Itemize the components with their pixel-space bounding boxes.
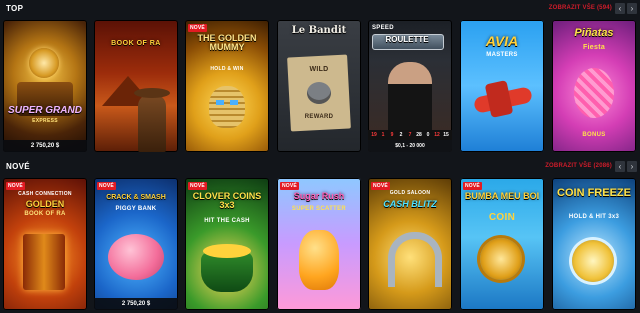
game-subtitle: HOLD & WIN xyxy=(210,66,244,72)
new-badge: NOVÉ xyxy=(6,182,25,190)
game-tile-coin-freeze[interactable]: COIN FREEZE HOLD & HIT 3x3 xyxy=(552,178,636,310)
game-title: Piñatas xyxy=(574,27,614,39)
game-title: ROULETTE xyxy=(385,35,429,44)
game-title: CLOVER COINS 3x3 xyxy=(192,191,262,211)
chevron-left-icon[interactable]: ‹ xyxy=(615,161,625,172)
game-title: AVIA xyxy=(485,33,519,49)
new-badge: NOVÉ xyxy=(371,182,390,190)
poster-bottom-text: REWARD xyxy=(304,114,334,120)
jackpot-value: 2 750,20 $ xyxy=(94,298,178,310)
section-title: TOP xyxy=(6,4,24,13)
game-subtitle: HOLD & HIT 3x3 xyxy=(568,214,620,220)
game-tile-clover-coins[interactable]: NOVÉ CLOVER COINS 3x3 HIT THE CASH xyxy=(185,178,269,310)
coin-icon xyxy=(480,238,522,280)
roulette-number: 19 xyxy=(371,132,377,138)
game-title: BOOK OF RA xyxy=(111,40,161,47)
new-badge: NOVÉ xyxy=(188,182,207,190)
game-subtitle: EXPRESS xyxy=(32,118,58,124)
show-all-link[interactable]: ZOBRAZIT VŠE (594) xyxy=(549,5,612,11)
section-header: NOVÉ ZOBRAZIT VŠE (2086) ‹ › xyxy=(0,158,640,176)
chevron-right-icon[interactable]: › xyxy=(627,3,637,14)
brand-label: GOLD SALOON xyxy=(389,190,431,196)
game-title: BUMBA MEU BOI xyxy=(464,191,540,201)
game-tile-bumba-meu-boi[interactable]: NOVÉ BUMBA MEU BOI COIN xyxy=(460,178,544,310)
roulette-history: 19 1 9 2 7 28 0 12 15 xyxy=(368,130,452,140)
pot-of-gold-icon xyxy=(201,252,253,292)
game-carousel: NOVÉ CASH CONNECTION GOLDEN BOOK OF RA N… xyxy=(0,178,640,313)
section-title: NOVÉ xyxy=(6,162,30,171)
game-subtitle: Fiesta xyxy=(582,44,606,51)
roulette-number: 15 xyxy=(443,132,449,138)
game-tile-avia-masters[interactable]: AVIA MASTERS xyxy=(460,20,544,152)
roulette-number: 7 xyxy=(408,132,412,138)
game-tile-golden-book-of-ra[interactable]: NOVÉ CASH CONNECTION GOLDEN BOOK OF RA xyxy=(3,178,87,310)
brand-label: SPEED xyxy=(372,25,394,31)
explorer-figure xyxy=(138,94,166,152)
game-tile-crack-smash[interactable]: NOVÉ CRACK & SMASH PIGGY BANK 2 750,20 $ xyxy=(94,178,178,310)
new-badge: NOVÉ xyxy=(188,24,207,32)
game-title: Le Bandit xyxy=(291,25,347,36)
mummy-eyes xyxy=(216,100,238,105)
game-title: SUPER GRAND xyxy=(8,105,82,116)
game-subtitle: BOOK OF RA xyxy=(24,211,66,217)
game-title: CRACK & SMASH xyxy=(106,194,166,201)
game-tile-super-grand[interactable]: SUPER GRAND EXPRESS 2 750,20 $ xyxy=(3,20,87,152)
game-subtitle: MASTERS xyxy=(486,52,518,58)
roulette-number: 28 xyxy=(416,132,422,138)
game-subtitle: COIN xyxy=(488,212,516,223)
roulette-number: 0 xyxy=(426,132,430,138)
game-tile-golden-mummy[interactable]: NOVÉ THE GOLDEN MUMMY HOLD & WIN xyxy=(185,20,269,152)
new-badge: NOVÉ xyxy=(97,182,116,190)
show-all-link[interactable]: ZOBRAZIT VŠE (2086) xyxy=(545,163,612,169)
gummy-bear-icon xyxy=(299,230,339,290)
chevron-left-icon[interactable]: ‹ xyxy=(615,3,625,14)
bet-limits: $0,1 - 20 000 xyxy=(368,140,452,152)
game-title: CASH BLITZ xyxy=(383,199,437,209)
game-title: COIN FREEZE xyxy=(557,187,631,199)
roulette-number: 9 xyxy=(390,132,394,138)
game-tile-sugar-rush[interactable]: NOVÉ Sugar Rush SUPER SCATTER xyxy=(277,178,361,310)
game-title: THE GOLDEN MUMMY xyxy=(197,33,257,53)
raccoon-face xyxy=(307,82,331,104)
horseshoe-icon xyxy=(388,232,442,287)
game-title: GOLDEN xyxy=(25,199,65,209)
mummy-face xyxy=(209,86,245,128)
book-icon xyxy=(23,234,65,290)
diamond-icon xyxy=(29,48,59,78)
game-tile-pinatas-fiesta[interactable]: Piñatas Fiesta BONUS xyxy=(552,20,636,152)
explorer-hat xyxy=(134,88,170,98)
poster-top-text: WILD xyxy=(309,66,329,73)
game-subtitle: HIT THE CASH xyxy=(204,218,250,224)
new-badge: NOVÉ xyxy=(463,182,482,190)
pinata-figure xyxy=(574,68,614,118)
piggy-bank-icon xyxy=(108,234,164,280)
game-carousel: SUPER GRAND EXPRESS 2 750,20 $ BOOK OF R… xyxy=(0,20,640,155)
jackpot-value: 2 750,20 $ xyxy=(3,140,87,152)
crown-coin-icon xyxy=(572,240,614,282)
game-tile-book-of-ra[interactable]: BOOK OF RA xyxy=(94,20,178,152)
game-tile-speed-roulette[interactable]: SPEED ROULETTE 19 1 9 2 7 28 0 12 15 $0,… xyxy=(368,20,452,152)
game-title: Sugar Rush xyxy=(293,191,345,201)
game-tile-le-bandit[interactable]: Le Bandit WILD REWARD xyxy=(277,20,361,152)
chevron-right-icon[interactable]: › xyxy=(627,161,637,172)
game-subtitle: PIGGY BANK xyxy=(115,206,157,212)
game-subtitle: SUPER SCATTER xyxy=(291,206,347,212)
brand-label: CASH CONNECTION xyxy=(18,191,72,197)
bonus-tag: BONUS xyxy=(582,132,606,138)
dealer-figure xyxy=(388,62,432,130)
game-tile-cash-blitz[interactable]: NOVÉ GOLD SALOON CASH BLITZ xyxy=(368,178,452,310)
roulette-number: 2 xyxy=(399,132,403,138)
new-badge: NOVÉ xyxy=(280,182,299,190)
gold-coins xyxy=(203,244,251,258)
roulette-number: 1 xyxy=(381,132,385,138)
roulette-number: 12 xyxy=(434,132,440,138)
section-header: TOP ZOBRAZIT VŠE (594) ‹ › xyxy=(0,0,640,18)
plane-wing xyxy=(484,80,514,118)
